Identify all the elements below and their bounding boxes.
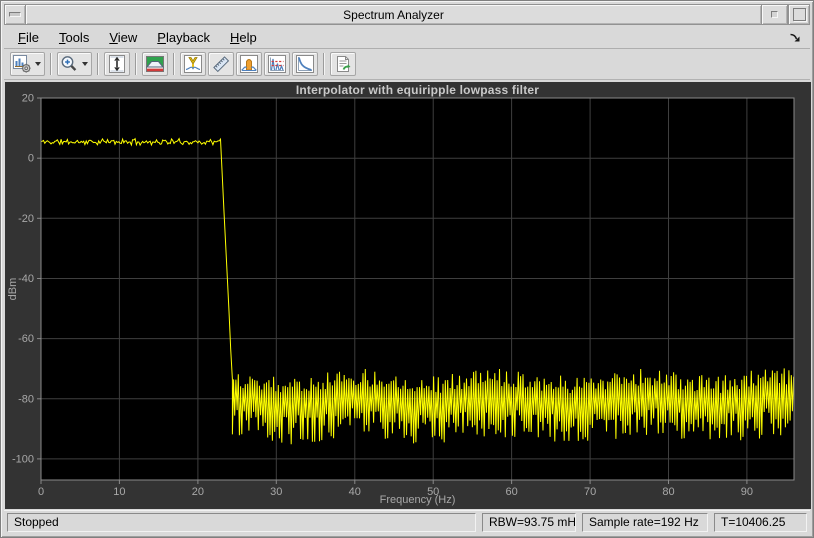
channel-measurements-button[interactable] [236,52,262,76]
svg-text:-40: -40 [18,273,34,285]
toolbar-separator [135,53,137,75]
menu-item-playback[interactable]: Playback [149,28,218,47]
cursor-measurements-button[interactable] [208,52,234,76]
svg-text:-80: -80 [18,393,34,405]
distortion-measurements-button[interactable] [264,52,290,76]
window-title: Spectrum Analyzer [343,7,444,22]
maximize-button[interactable] [788,4,810,25]
menu-bar: File Tools View Playback Help [4,26,810,49]
spectrum-analyzer-window: Spectrum Analyzer File Tools View Playback H… [0,0,814,538]
status-rbw: RBW=93.75 mHz [482,513,576,532]
toolbar-separator [50,53,52,75]
window-menu-button[interactable] [4,4,26,25]
dropdown-caret-icon[interactable] [82,62,88,66]
toolbar-separator [173,53,175,75]
svg-text:-20: -20 [18,213,34,225]
maximize-square-icon [792,8,806,21]
plot-svg[interactable]: 200-20-40-60-80-1000 10 20 30 40 50 60 70 80 90 [5,82,811,509]
menu-item-file[interactable]: File [10,28,47,47]
menu-item-help[interactable]: Help [222,28,265,47]
svg-text:20: 20 [22,93,34,105]
toolbar-separator [97,53,99,75]
x-axis-label: Frequency (Hz) [379,494,456,506]
dropdown-caret-icon[interactable] [35,62,41,66]
plot-panel: 20 0 -20 -40 -60 -80 -100 0 10 20 30 40 50 60 70 80 90 I… [5,82,811,509]
window-menu-dash-icon [9,12,21,17]
minimize-dot-icon [771,11,778,18]
status-time: T=10406.25 [714,513,807,532]
svg-text:0: 0 [28,153,34,165]
svg-text:-60: -60 [18,333,34,345]
zoom-in-icon [59,54,79,74]
minimize-button[interactable] [761,4,788,25]
ccdf-measurements-button[interactable] [292,52,318,76]
y-axis-label: dBm [7,277,19,301]
toolbar-separator [323,53,325,75]
playback-settings-button[interactable] [330,52,356,76]
menu-item-tools[interactable]: Tools [51,28,97,47]
channel-measurements-icon [239,54,259,74]
zoom-in-button[interactable] [57,52,92,76]
peak-finder-button[interactable] [180,52,206,76]
title-bar[interactable]: Spectrum Analyzer [4,4,810,25]
plot-title: Interpolator with equiripple lowpass fil… [295,83,540,97]
fit-y-axis-icon [107,54,127,74]
spectrum-settings-button[interactable] [10,52,45,76]
plot-canvas[interactable]: 20 0 -20 -40 -60 -80 -100 0 10 20 30 40 50 60 70 80 90 [5,82,811,509]
dock-arrow-icon [790,33,800,42]
distortion-measurements-icon [267,54,287,74]
toolbar [4,49,810,80]
cursor-measurements-icon [211,54,231,74]
spectral-mask-icon [145,54,165,74]
playback-settings-icon [333,54,353,74]
spectral-mask-button[interactable] [142,52,168,76]
title-bar-center[interactable]: Spectrum Analyzer [25,4,762,25]
ccdf-measurements-icon [295,54,315,74]
status-sample-rate: Sample rate=192 Hz [582,513,708,532]
dock-button[interactable] [786,29,804,45]
menu-item-view[interactable]: View [101,28,145,47]
status-bar: Stopped RBW=93.75 mHz Sample rate=192 Hz… [4,510,810,534]
fit-y-axis-button[interactable] [104,52,130,76]
spectrum-settings-icon [12,54,32,74]
peak-finder-icon [183,54,203,74]
status-state: Stopped [7,513,476,532]
